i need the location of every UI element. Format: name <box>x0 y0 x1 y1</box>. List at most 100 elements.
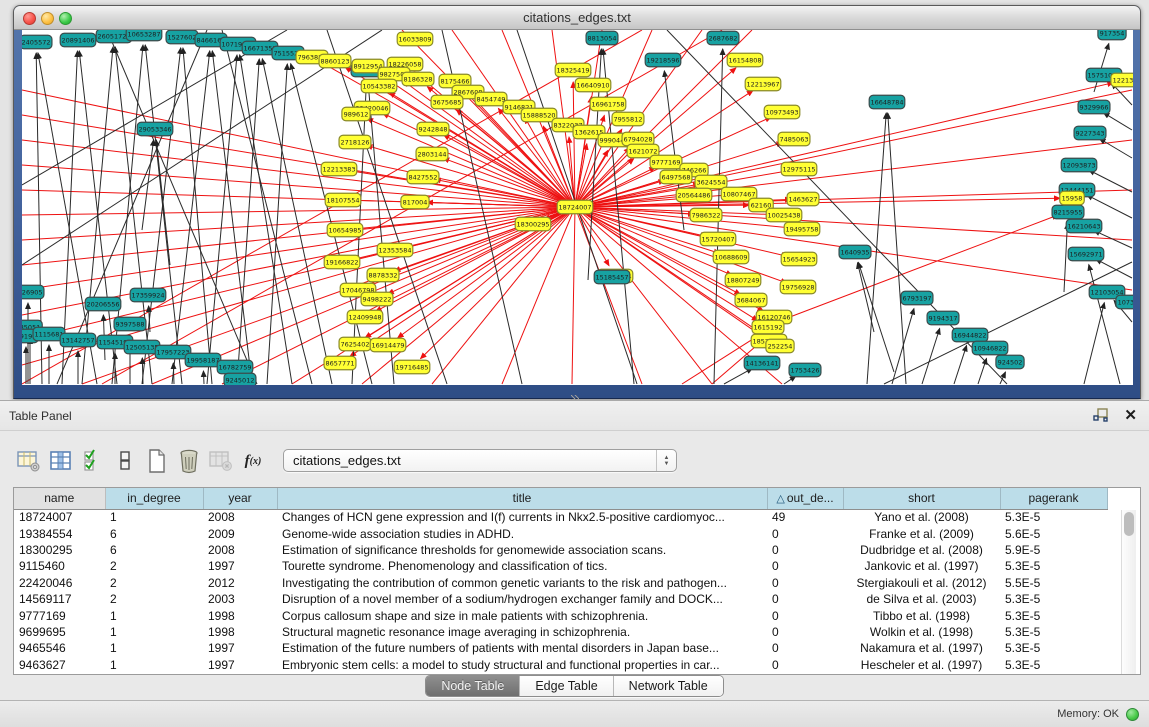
graph-node[interactable]: 9498222 <box>361 292 393 306</box>
table-settings-icon[interactable] <box>14 446 44 476</box>
graph-node[interactable]: 20206556 <box>85 297 121 311</box>
graph-node[interactable]: 10543382 <box>361 79 397 93</box>
delete-trash-icon[interactable] <box>174 446 204 476</box>
table-scrollbar-thumb[interactable] <box>1124 512 1134 536</box>
graph-node[interactable]: 8215955 <box>1052 205 1084 219</box>
network-canvas[interactable]: 1872400718300295193845542405572208914062… <box>22 30 1133 385</box>
table-columns-icon[interactable] <box>46 446 76 476</box>
graph-node[interactable]: 16640910 <box>575 78 611 92</box>
graph-node[interactable]: 8813054 <box>586 31 618 45</box>
graph-node[interactable]: 2687682 <box>707 31 739 45</box>
graph-node[interactable]: 15692971 <box>1068 247 1104 261</box>
graph-node[interactable]: 16154808 <box>727 53 763 67</box>
graph-node[interactable]: 12505135 <box>124 340 160 354</box>
graph-node[interactable]: 1527602 <box>166 30 198 44</box>
graph-node[interactable]: 15654923 <box>781 252 817 266</box>
graph-node[interactable]: 9242848 <box>417 122 449 136</box>
table-row[interactable]: 2242004622012Investigating the contribut… <box>14 575 1107 591</box>
graph-node[interactable]: 9329966 <box>1078 100 1110 114</box>
graph-node[interactable]: 6793197 <box>901 291 933 305</box>
graph-node[interactable]: 7986322 <box>690 208 722 222</box>
graph-node[interactable]: 16961758 <box>590 97 626 111</box>
graph-node[interactable]: 19218596 <box>645 53 681 67</box>
graph-node[interactable]: 8186328 <box>402 72 434 86</box>
tab-edge-table[interactable]: Edge Table <box>520 676 613 696</box>
graph-node[interactable]: 2405572 <box>22 35 52 49</box>
column-header-out_degree[interactable]: △out_de... <box>767 488 843 509</box>
table-row[interactable]: 1456911722003Disruption of a novel membe… <box>14 591 1107 607</box>
table-row[interactable]: 911546021997Tourette syndrome. Phenomeno… <box>14 558 1107 574</box>
graph-node[interactable]: 8427552 <box>407 170 439 184</box>
graph-node[interactable]: 18325419 <box>555 63 591 77</box>
graph-node[interactable]: 12093873 <box>1061 158 1097 172</box>
graph-node[interactable]: 1615192 <box>752 320 784 334</box>
graph-node[interactable]: 16648784 <box>869 95 905 109</box>
graph-node[interactable]: 7485063 <box>778 132 810 146</box>
graph-node[interactable]: 122139 <box>1111 73 1133 87</box>
graph-node[interactable]: 12975115 <box>781 162 817 176</box>
graph-node[interactable]: 14136141 <box>744 356 780 370</box>
graph-node[interactable]: 1753426 <box>789 363 821 377</box>
graph-node[interactable]: 8860123 <box>319 54 351 68</box>
graph-node[interactable]: 7955812 <box>612 112 644 126</box>
graph-node[interactable]: 18724007 <box>557 200 593 214</box>
rows-icon[interactable] <box>110 446 140 476</box>
graph-node[interactable]: 19166822 <box>324 255 360 269</box>
graph-node[interactable]: 18807249 <box>725 273 761 287</box>
graph-node[interactable]: 20891406 <box>60 33 96 47</box>
table-source-select[interactable]: citations_edges.txt ▲▼ <box>283 449 677 472</box>
table-row[interactable]: 969969511998Structural magnetic resonanc… <box>14 624 1107 640</box>
graph-node[interactable]: 817004 <box>401 195 429 209</box>
graph-node[interactable]: 16782759 <box>217 360 253 374</box>
graph-node[interactable]: 12213967 <box>745 77 781 91</box>
graph-node[interactable]: 20564486 <box>676 188 712 202</box>
graph-node[interactable]: 107335 <box>1116 295 1133 309</box>
graph-node[interactable]: 924502 <box>996 355 1024 369</box>
table-row[interactable]: 977716911998Corpus callosum shape and si… <box>14 607 1107 623</box>
graph-node[interactable]: 7625402 <box>339 337 371 351</box>
graph-node[interactable]: 18107554 <box>325 193 361 207</box>
graph-node[interactable]: 2803144 <box>416 147 448 161</box>
column-header-pagerank[interactable]: pagerank <box>1000 488 1107 509</box>
graph-node[interactable]: 15720407 <box>700 232 736 246</box>
graph-node[interactable]: 1463627 <box>787 192 819 206</box>
graph-node[interactable]: 19756928 <box>780 280 816 294</box>
select-checks-icon[interactable] <box>78 446 108 476</box>
graph-node[interactable]: 16033809 <box>397 32 433 46</box>
graph-node[interactable]: 2526905 <box>22 285 44 299</box>
graph-node[interactable]: 10653287 <box>126 30 162 41</box>
table-row[interactable]: 946554611997Estimation of the future num… <box>14 640 1107 656</box>
tab-node-table[interactable]: Node Table <box>426 676 520 696</box>
graph-node[interactable]: 6497568 <box>660 170 692 184</box>
graph-node[interactable]: 15888520 <box>521 108 557 122</box>
column-header-in_degree[interactable]: in_degree <box>105 488 203 509</box>
new-file-icon[interactable] <box>142 446 172 476</box>
graph-node[interactable]: 10654985 <box>327 223 363 237</box>
graph-node[interactable]: 917354 <box>1098 30 1126 40</box>
function-icon[interactable]: f(x) <box>238 446 268 476</box>
graph-node[interactable]: 3684067 <box>735 293 767 307</box>
graph-node[interactable]: 12213383 <box>321 162 357 176</box>
graph-node[interactable]: 9227343 <box>1074 126 1106 140</box>
column-header-title[interactable]: title <box>277 488 767 509</box>
graph-node[interactable]: 10688609 <box>713 250 749 264</box>
table-scrollbar[interactable] <box>1121 510 1136 674</box>
graph-node[interactable]: 989612 <box>342 107 370 121</box>
graph-node[interactable]: 9397588 <box>114 317 146 331</box>
graph-node[interactable]: 8878332 <box>367 268 399 282</box>
graph-node[interactable]: 2718126 <box>339 135 371 149</box>
graph-node[interactable]: 13142757 <box>60 333 96 347</box>
graph-node[interactable]: 16914479 <box>370 338 406 352</box>
graph-node[interactable]: 12409948 <box>347 310 383 324</box>
graph-node[interactable]: 16210643 <box>1066 219 1102 233</box>
table-row[interactable]: 1872400712008Changes of HCN gene express… <box>14 509 1107 525</box>
graph-node[interactable]: 10973493 <box>764 105 800 119</box>
graph-node[interactable]: 9777169 <box>650 155 682 169</box>
graph-node[interactable]: 17359924 <box>130 288 166 302</box>
graph-node[interactable]: 8657771 <box>324 356 356 370</box>
column-header-name[interactable]: name <box>14 488 105 509</box>
graph-node[interactable]: 16944822 <box>952 328 988 342</box>
graph-node[interactable]: 10025438 <box>766 208 802 222</box>
graph-node[interactable]: 9245012 <box>224 373 256 385</box>
graph-node[interactable]: 9194317 <box>927 311 959 325</box>
